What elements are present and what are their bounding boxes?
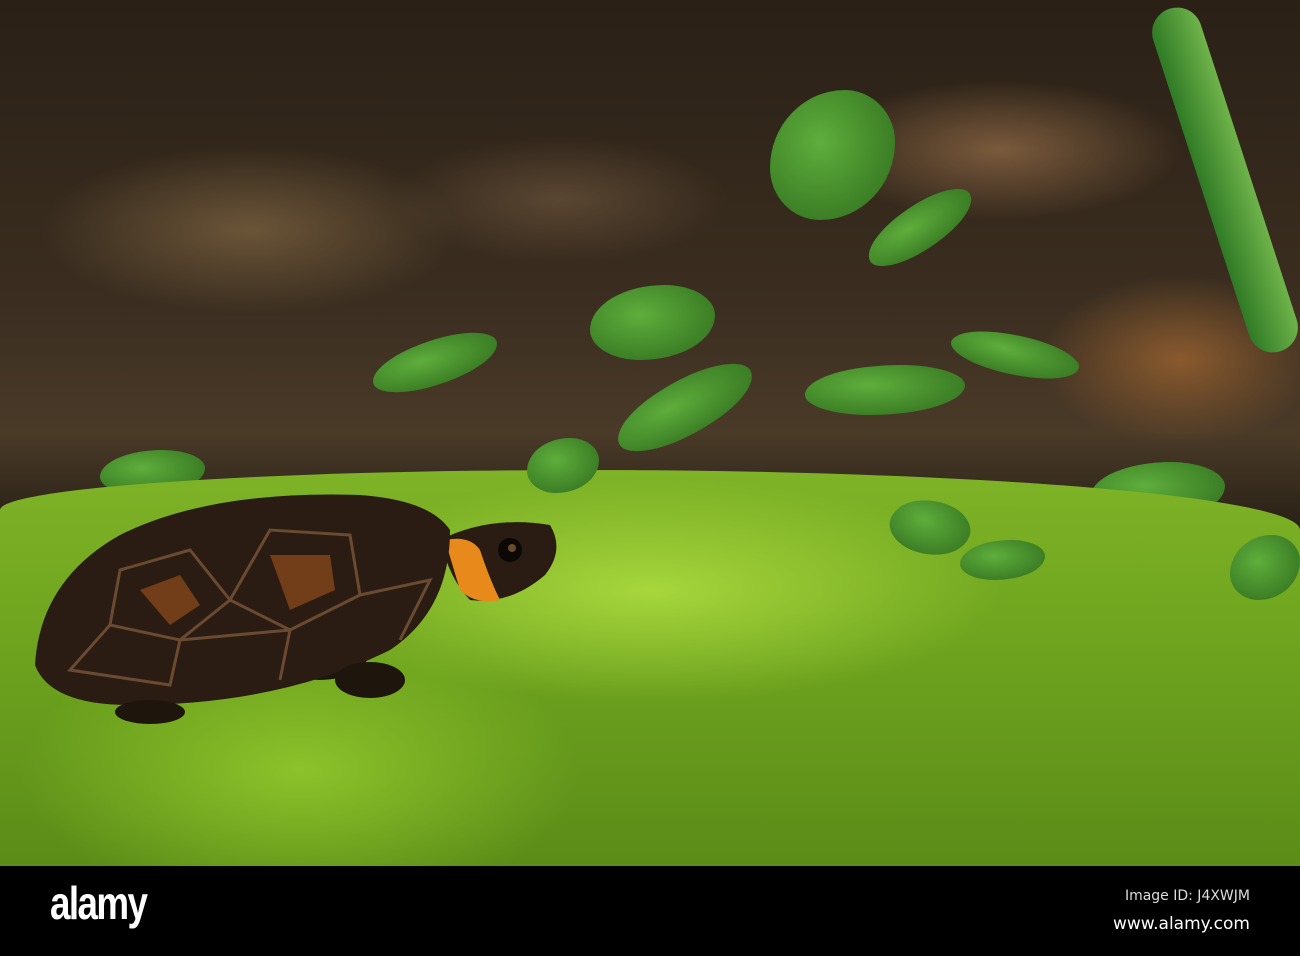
photo [0, 0, 1300, 866]
leaf [605, 350, 765, 465]
leaf [366, 323, 504, 402]
leaf [770, 90, 895, 220]
leaf [590, 285, 715, 360]
website-link[interactable]: www.alamy.com [1113, 914, 1250, 934]
leaf [805, 365, 965, 415]
watermark-footer: alamy Image ID: J4XWJM www.alamy.com [0, 866, 1300, 956]
image-id: Image ID: J4XWJM [1124, 888, 1250, 904]
leaf [1145, 1, 1300, 359]
alamy-logo: alamy [50, 877, 148, 929]
turtle [35, 494, 557, 724]
leaf [947, 318, 1083, 392]
